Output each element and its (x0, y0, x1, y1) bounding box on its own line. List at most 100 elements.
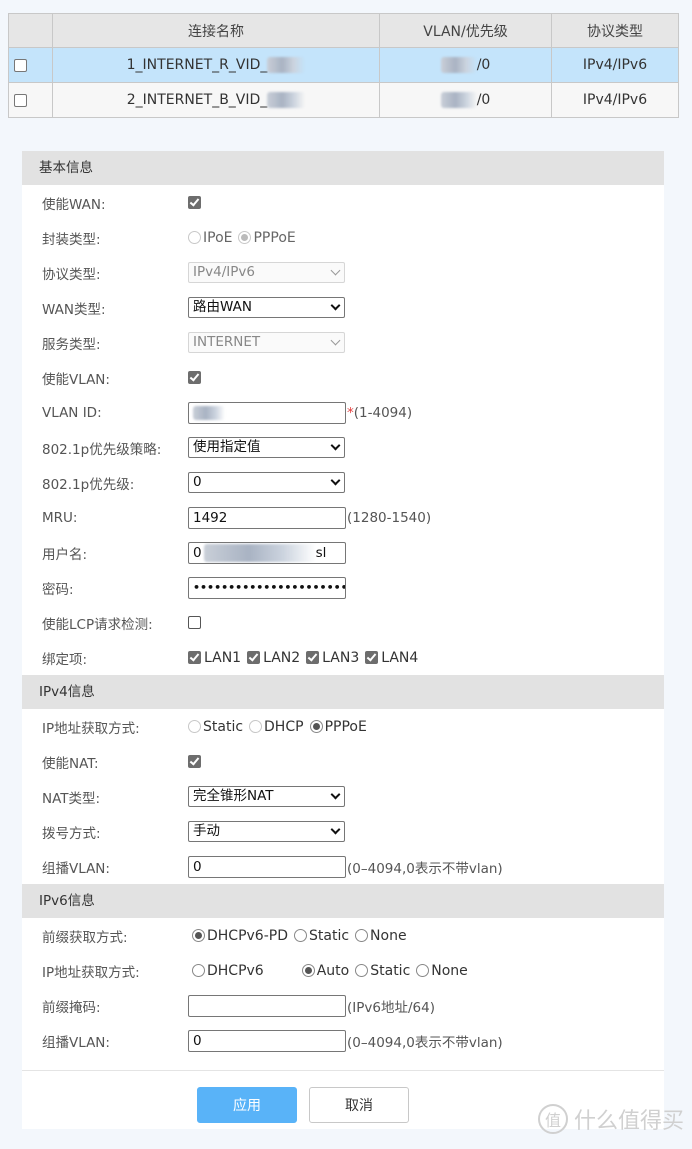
chevron-down-icon (330, 440, 341, 451)
ipv6-mcast-vlan-input[interactable]: 0 (188, 1029, 346, 1052)
header-select (8, 13, 53, 48)
connection-name: 1_INTERNET_R_VID_ (126, 57, 268, 73)
footer-divider (22, 1070, 664, 1071)
chevron-down-icon (330, 475, 341, 486)
radio-icon (416, 964, 430, 977)
ipv4-static-radio[interactable]: Static (188, 719, 243, 735)
label: 拨号方式: (42, 825, 101, 842)
bind-lan1-checkbox[interactable]: LAN1 (188, 650, 241, 666)
row-mru: MRU: 1492 (1280-1540) (22, 500, 664, 535)
label: 前缀掩码: (42, 999, 101, 1016)
prefix-none-radio[interactable]: None (355, 928, 407, 944)
username-input[interactable]: 0 sl (188, 541, 346, 564)
label: WAN类型: (42, 301, 106, 318)
vlan-id-input[interactable] (188, 401, 346, 424)
row-prefix-mode: 前缀获取方式: DHCPv6-PD Static None (22, 918, 664, 953)
checkbox-icon (188, 651, 201, 664)
enable-vlan-checkbox[interactable] (188, 371, 201, 384)
bind-lan3-checkbox[interactable]: LAN3 (306, 650, 359, 666)
row-ipv6-mode: IP地址获取方式: DHCPv6 Auto Static None (22, 953, 664, 988)
section-basic-title: 基本信息 (22, 151, 664, 185)
radio-icon (309, 720, 323, 733)
row-encap: 封装类型: IPoE PPPoE (22, 220, 664, 255)
row-prefix-mask: 前缀掩码: (IPv6地址/64) (22, 988, 664, 1023)
redacted-blur (440, 92, 477, 108)
row-enable-wan: 使能WAN: (22, 185, 664, 220)
label: VLAN ID: (42, 404, 102, 421)
row-priority: 802.1p优先级: 0 (22, 465, 664, 500)
chevron-down-icon (330, 824, 341, 835)
radio-icon (188, 231, 201, 244)
redacted-blur (440, 57, 477, 73)
row-ipv6-mcast-vlan: 组播VLAN: 0 (0–4094,0表示不带vlan) (22, 1023, 664, 1058)
priority-policy-select[interactable]: 使用指定值 (188, 437, 345, 458)
watermark: 值 什么值得买 (537, 1103, 684, 1135)
ipv6-dhcpv6-radio[interactable]: DHCPv6 (192, 963, 264, 979)
dial-mode-select[interactable]: 手动 (188, 821, 345, 842)
row-ipv4-mcast-vlan: 组播VLAN: 0 (0–4094,0表示不带vlan) (22, 849, 664, 884)
wan-type-select[interactable]: 路由WAN (188, 297, 345, 318)
prefix-dhcpv6pd-radio[interactable]: DHCPv6-PD (192, 928, 288, 944)
row-enable-nat: 使能NAT: (22, 744, 664, 779)
section-ipv6-title: IPv6信息 (22, 884, 664, 918)
label: 使能WAN: (42, 196, 106, 213)
encap-pppoe-radio[interactable]: PPPoE (238, 230, 296, 246)
ipv6-auto-radio[interactable]: Auto (301, 963, 349, 979)
label: 密码: (42, 581, 74, 598)
row-checkbox[interactable] (14, 58, 27, 72)
enable-nat-checkbox[interactable] (188, 755, 201, 768)
ipv6-none-radio[interactable]: None (416, 963, 468, 979)
watermark-text: 什么值得买 (573, 1109, 684, 1134)
table-row[interactable]: 2_INTERNET_B_VID_ /0 IPv4/IPv6 (8, 82, 679, 118)
nat-type-select[interactable]: 完全锥形NAT (188, 786, 345, 807)
ipv6-static-radio[interactable]: Static (355, 963, 410, 979)
radio-icon (355, 929, 369, 942)
priority-select[interactable]: 0 (188, 472, 345, 493)
row-wan-type: WAN类型: 路由WAN (22, 290, 664, 325)
ipv4-dhcp-radio[interactable]: DHCP (249, 719, 304, 735)
protocol-select[interactable]: IPv4/IPv6 (188, 262, 345, 283)
chevron-down-icon (330, 300, 341, 311)
mru-input[interactable]: 1492 (188, 506, 346, 529)
bind-lan2-checkbox[interactable]: LAN2 (247, 650, 300, 666)
apply-button[interactable]: 应用 (197, 1087, 297, 1123)
radio-icon (238, 231, 252, 244)
redacted-blur (193, 405, 225, 420)
table-row[interactable]: 1_INTERNET_R_VID_ /0 IPv4/IPv6 (8, 47, 679, 83)
label: 组播VLAN: (42, 1034, 110, 1051)
protocol-cell: IPv4/IPv6 (551, 82, 679, 118)
radio-icon (301, 964, 315, 977)
row-lcp: 使能LCP请求检测: (22, 605, 664, 640)
password-input[interactable]: ••••••••••••••••••••••••••• (188, 576, 346, 599)
header-protocol: 协议类型 (551, 13, 679, 48)
redacted-blur (267, 57, 306, 73)
header-name: 连接名称 (52, 13, 380, 48)
prefix-mask-input[interactable] (188, 994, 346, 1017)
prefix-static-radio[interactable]: Static (294, 928, 349, 944)
lcp-checkbox[interactable] (188, 616, 201, 629)
checkbox-icon (306, 651, 320, 664)
vlan-priority: /0 (476, 92, 491, 108)
label: IP地址获取方式: (42, 720, 140, 737)
radio-icon (192, 929, 205, 942)
chevron-down-icon (330, 265, 341, 276)
ipv4-pppoe-radio[interactable]: PPPoE (309, 719, 367, 735)
row-service-type: 服务类型: INTERNET (22, 325, 664, 360)
redacted-blur (203, 543, 316, 562)
label: 协议类型: (42, 266, 101, 283)
ipv4-mcast-vlan-input[interactable]: 0 (188, 855, 346, 878)
row-enable-vlan: 使能VLAN: (22, 360, 664, 395)
bind-lan4-checkbox[interactable]: LAN4 (365, 650, 418, 666)
label: NAT类型: (42, 790, 101, 807)
checkbox-icon (247, 651, 261, 664)
row-priority-policy: 802.1p优先级策略: 使用指定值 (22, 430, 664, 465)
row-dial-mode: 拨号方式: 手动 (22, 814, 664, 849)
encap-ipoe-radio[interactable]: IPoE (188, 230, 232, 246)
row-ipv4-mode: IP地址获取方式: Static DHCP PPPoE (22, 709, 664, 744)
vlan-priority: /0 (476, 57, 491, 73)
cancel-button[interactable]: 取消 (309, 1087, 409, 1123)
enable-wan-checkbox[interactable] (188, 196, 201, 209)
row-checkbox[interactable] (14, 93, 27, 107)
service-type-select[interactable]: INTERNET (188, 332, 345, 353)
watermark-logo-icon: 值 (537, 1104, 568, 1134)
